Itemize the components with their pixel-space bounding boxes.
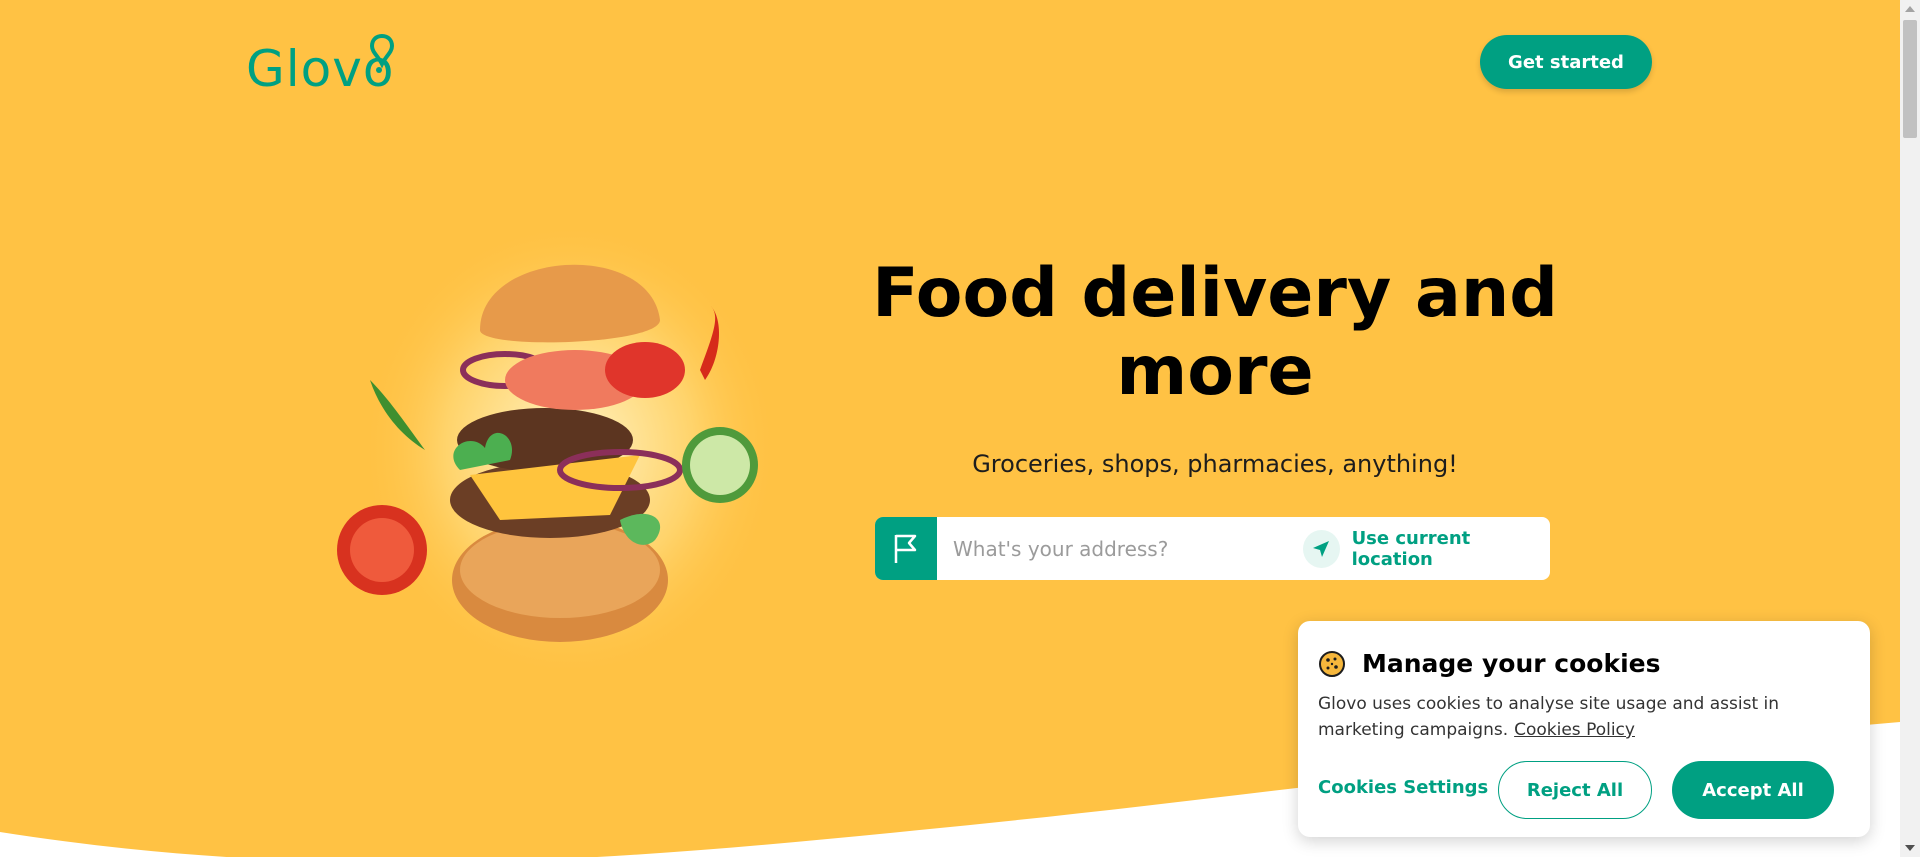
get-started-button[interactable]: Get started — [1480, 35, 1652, 89]
hero-subtitle: Groceries, shops, pharmacies, anything! — [972, 450, 1458, 478]
cookies-settings-button[interactable]: Cookies Settings — [1318, 777, 1488, 798]
flag-icon-box — [875, 517, 937, 580]
address-search-bar: Use current location — [875, 517, 1550, 580]
cookie-banner: Manage your cookies Glovo uses cookies t… — [1298, 621, 1870, 837]
hero-title: Food delivery and more — [872, 254, 1558, 411]
navigation-arrow-icon — [1303, 530, 1340, 568]
burger-image — [337, 220, 780, 670]
accept-all-button[interactable]: Accept All — [1672, 761, 1834, 819]
cookie-title: Manage your cookies — [1362, 649, 1661, 678]
flag-icon — [894, 534, 917, 563]
use-current-location-button[interactable]: Use current location — [1303, 528, 1550, 570]
scroll-up-arrow-icon[interactable] — [1905, 6, 1915, 12]
cookie-description: Glovo uses cookies to analyse site usage… — [1318, 691, 1858, 743]
cookies-policy-link[interactable]: Cookies Policy — [1514, 720, 1635, 740]
page: Glovo Get started Food delivery and more… — [0, 0, 1900, 857]
use-current-location-label: Use current location — [1351, 528, 1471, 570]
scrollbar-thumb[interactable] — [1903, 20, 1917, 138]
cookie-icon — [1319, 651, 1345, 677]
reject-all-button[interactable]: Reject All — [1498, 761, 1652, 819]
vertical-scrollbar[interactable] — [1900, 0, 1920, 857]
scroll-down-arrow-icon[interactable] — [1905, 845, 1915, 851]
location-pin-icon — [370, 34, 394, 73]
address-input[interactable] — [937, 517, 1277, 580]
